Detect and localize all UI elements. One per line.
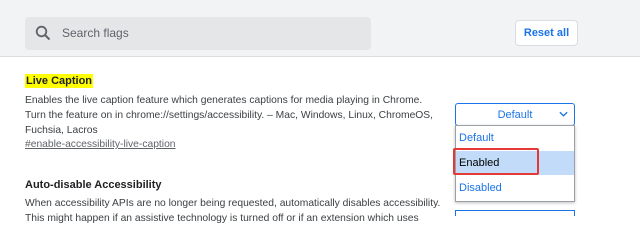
search-bar[interactable]: Search flags: [25, 17, 371, 50]
flag-title-live-caption: Live Caption: [25, 74, 94, 88]
search-placeholder[interactable]: Search flags: [62, 26, 129, 40]
flag-title-auto-disable-accessibility: Auto-disable Accessibility: [25, 179, 162, 191]
annotation-highlight-box: [453, 148, 539, 175]
reset-all-button[interactable]: Reset all: [515, 20, 578, 46]
flag-link-live-caption[interactable]: #enable-accessibility-live-caption: [25, 139, 176, 150]
chevron-down-icon: [559, 111, 568, 117]
select-value: Default: [497, 108, 533, 121]
search-icon: [35, 25, 51, 41]
flag-description-auto-disable-accessibility: When accessibility APIs are no longer be…: [25, 198, 441, 224]
flags-header: Search flags Reset all: [0, 0, 640, 57]
flag-select-live-caption[interactable]: Default: [455, 103, 575, 126]
option-default[interactable]: Default: [456, 126, 574, 150]
flag-select-auto-disable-accessibility[interactable]: [455, 210, 575, 216]
flag-description-live-caption: Enables the live caption feature which g…: [25, 95, 434, 136]
option-disabled[interactable]: Disabled: [456, 176, 574, 200]
